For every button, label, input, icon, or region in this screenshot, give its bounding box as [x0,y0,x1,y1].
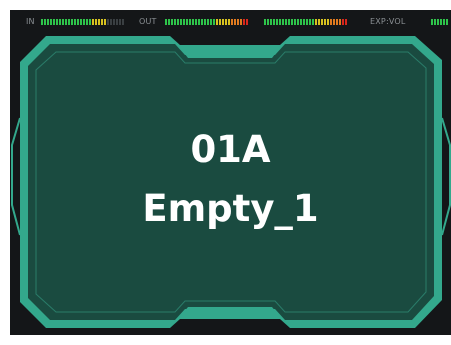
preset-name: Empty_1 [142,187,319,230]
device-screen: IN OUT EXP:VOL 01A Empty_1 [10,10,451,335]
top-center-tab [178,45,282,58]
preset-number: 01A [190,128,271,171]
preset-frame[interactable] [10,10,451,335]
bottom-center-tab [178,307,282,319]
frame-inner-panel [28,44,434,320]
